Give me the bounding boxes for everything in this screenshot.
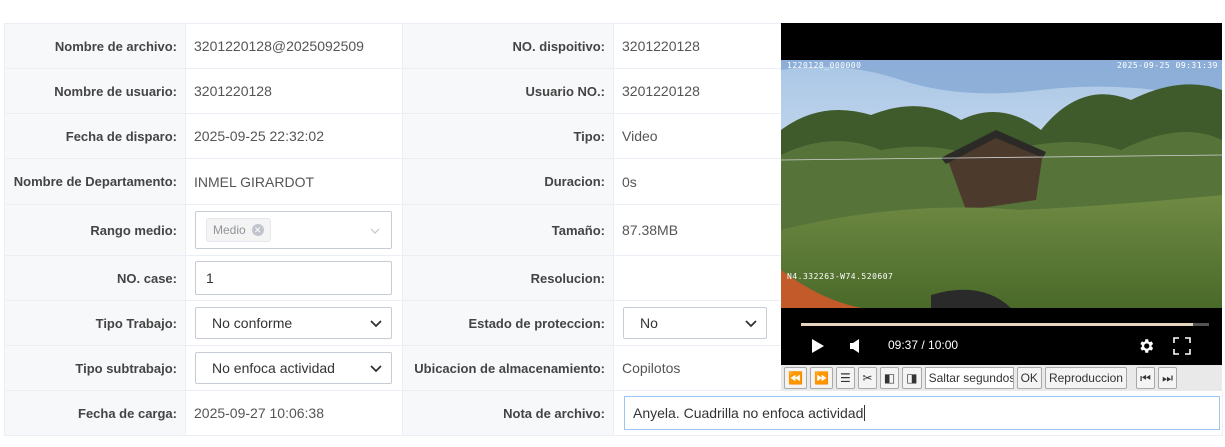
table-row: Fecha de carga: 2025-09-27 10:06:38 Nota… [4, 390, 1223, 436]
text-caret [864, 405, 866, 421]
fast-forward-icon: ⏩ [813, 371, 829, 385]
chevron-down-icon [370, 365, 382, 373]
label-sub-work-type: Tipo subtrabajo: [4, 345, 186, 391]
video-player[interactable]: 1220128_000000 2025-09-25 09:31:39 N4.33… [781, 23, 1222, 391]
video-frame[interactable]: 1220128_000000 2025-09-25 09:31:39 N4.33… [781, 60, 1222, 308]
label-department: Nombre de Departamento: [4, 158, 186, 205]
value-size: 87.38MB [613, 204, 782, 256]
playback-button[interactable]: Reproduccion [1044, 367, 1127, 389]
chevron-down-icon [370, 320, 382, 328]
video-progress-fill [801, 323, 1193, 326]
work-type-value: No conforme [212, 315, 293, 331]
label-type: Tipo: [402, 113, 614, 159]
case-no-input[interactable]: 1 [195, 261, 392, 295]
label-protection-status: Estado de proteccion: [402, 300, 614, 346]
label-file-note: Nota de archivo: [402, 390, 614, 436]
label-storage-location: Ubicacion de almacenamiento: [402, 345, 614, 391]
label-file-name: Nombre de archivo: [4, 23, 186, 69]
skip-start-button[interactable]: ⏮ [1135, 367, 1155, 389]
playback-toolbar: ⏪ ⏩ ☰ ✂ ◧ ◨ Saltar segundos OK Reproducc… [781, 365, 1222, 391]
media-range-select[interactable]: Medio ✕ [195, 211, 392, 249]
sub-work-type-value: No enfoca actividad [212, 360, 335, 376]
video-frame-image [781, 60, 1222, 308]
label-user-no: Usuario NO.: [402, 68, 614, 114]
value-device-no: 3201220128 [613, 23, 782, 69]
value-storage-location: Copilotos [613, 345, 782, 391]
skip-end-button[interactable]: ⏭ [1157, 367, 1177, 389]
sub-work-type-select[interactable]: No enfoca actividad [195, 352, 392, 384]
protection-status-value: No [640, 315, 658, 331]
clip-button[interactable]: ✂ [857, 367, 877, 389]
file-note-value: Anyela. Cuadrilla no enfoca actividad [633, 405, 864, 421]
value-type: Video [613, 113, 782, 159]
label-case-no: NO. case: [4, 255, 186, 301]
chevron-down-icon [370, 228, 380, 234]
tag-close-icon[interactable]: ✕ [251, 224, 264, 236]
file-detail-panel: Nombre de archivo: 3201220128@2025092509… [4, 23, 1223, 436]
label-device-no: NO. dispoitivo: [402, 23, 614, 69]
scissors-icon: ✂ [862, 371, 873, 385]
fullscreen-button[interactable] [1173, 335, 1191, 357]
value-trigger-date: 2025-09-25 22:32:02 [185, 113, 403, 159]
value-user-name: 3201220128 [185, 68, 403, 114]
gear-icon [1140, 339, 1154, 353]
media-range-tag: Medio ✕ [206, 218, 271, 242]
label-trigger-date: Fecha de disparo: [4, 113, 186, 159]
rewind-icon: ⏪ [788, 371, 803, 385]
settings-button[interactable] [1137, 335, 1155, 357]
frame-forward-icon: ◨ [906, 371, 918, 385]
chevron-down-icon [745, 320, 757, 328]
label-user-name: Nombre de usuario: [4, 68, 186, 114]
frame-back-icon: ◧ [883, 371, 896, 385]
label-upload-date: Fecha de carga: [4, 390, 186, 436]
list-icon: ☰ [840, 371, 851, 385]
prev-frame-button[interactable]: ◧ [879, 367, 900, 389]
value-department: INMEL GIRARDOT [185, 158, 403, 205]
media-range-tag-label: Medio [213, 223, 246, 237]
osd-gps: N4.332263-W74.520607 [787, 272, 894, 281]
skip-forward-icon: ⏭ [1162, 370, 1173, 385]
skip-back-icon: ⏮ [1140, 370, 1151, 385]
osd-timestamp: 2025-09-25 09:31:39 [1116, 61, 1218, 70]
label-media-range: Rango medio: [4, 204, 186, 256]
play-icon [812, 339, 824, 353]
volume-button[interactable] [849, 335, 861, 357]
label-resolution: Resolucion: [402, 255, 614, 301]
volume-icon [850, 339, 859, 353]
list-button[interactable]: ☰ [835, 367, 855, 389]
label-duration: Duracion: [402, 158, 614, 205]
work-type-select[interactable]: No conforme [195, 307, 392, 339]
next-frame-button[interactable]: ◨ [902, 367, 922, 389]
value-duration: 0s [613, 158, 782, 205]
fast-forward-button[interactable]: ⏩ [809, 367, 833, 389]
value-user-no: 3201220128 [613, 68, 782, 114]
protection-status-select[interactable]: No [623, 307, 767, 339]
ok-button[interactable]: OK [1016, 367, 1042, 389]
fullscreen-icon [1173, 337, 1191, 355]
label-work-type: Tipo Trabajo: [4, 300, 186, 346]
rewind-button[interactable]: ⏪ [784, 367, 807, 389]
osd-device-id: 1220128_000000 [787, 61, 862, 70]
value-file-name: 3201220128@2025092509 [185, 23, 403, 69]
video-progress-bar[interactable] [801, 323, 1209, 326]
value-upload-date: 2025-09-27 10:06:38 [185, 390, 403, 436]
file-note-input[interactable]: Anyela. Cuadrilla no enfoca actividad [624, 396, 1220, 430]
play-button[interactable] [811, 335, 825, 357]
case-no-value: 1 [206, 270, 214, 286]
value-resolution [613, 255, 782, 301]
video-time-display: 09:37 / 10:00 [888, 338, 959, 352]
seek-seconds-placeholder: Saltar segundos [928, 371, 1014, 385]
label-size: Tamaño: [402, 204, 614, 256]
seek-seconds-input[interactable]: Saltar segundos [924, 367, 1014, 389]
